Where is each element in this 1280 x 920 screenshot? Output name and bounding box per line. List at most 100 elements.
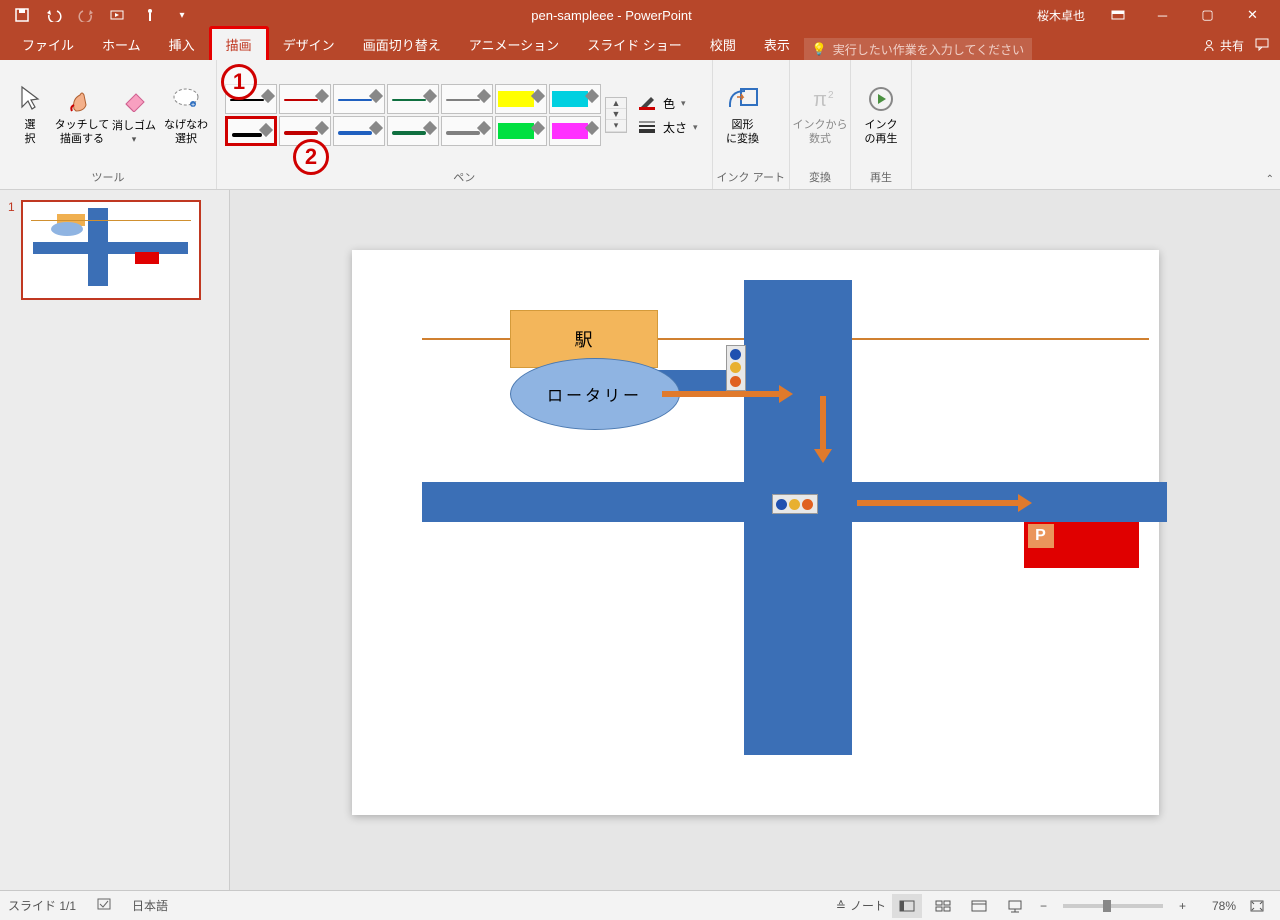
zoom-level[interactable]: 78% xyxy=(1196,899,1236,913)
highlighter-magenta[interactable] xyxy=(549,116,601,146)
slideshow-view[interactable] xyxy=(1000,894,1030,918)
status-bar: スライド 1/1 日本語 ≙ノート − + 78% xyxy=(0,890,1280,920)
tab-home[interactable]: ホーム xyxy=(88,29,155,60)
pen-thin-blue[interactable] xyxy=(333,84,385,114)
ribbon-group-inkart: 図形 に変換 インク アート xyxy=(713,60,790,189)
pen-thick-gray[interactable] xyxy=(441,116,493,146)
workspace: 1 駅 ロータリー xyxy=(0,190,1280,890)
tab-animations[interactable]: アニメーション xyxy=(455,29,573,60)
close-button[interactable]: ✕ xyxy=(1230,0,1275,30)
slide-editor[interactable]: 駅 ロータリー P xyxy=(230,190,1280,890)
arrow-1 xyxy=(662,391,788,397)
pen-thick-green[interactable] xyxy=(387,116,439,146)
ink-to-math[interactable]: π2 インクから 数式 xyxy=(794,70,846,160)
arrow-3 xyxy=(857,500,1027,506)
tab-view[interactable]: 表示 xyxy=(750,29,804,60)
zoom-slider[interactable] xyxy=(1063,904,1163,908)
tab-design[interactable]: デザイン xyxy=(269,29,349,60)
zoom-out[interactable]: − xyxy=(1036,899,1051,913)
select-tool[interactable]: 選 択 xyxy=(4,70,56,160)
group-label-convert: 変換 xyxy=(794,167,846,187)
ribbon-display-options[interactable] xyxy=(1095,0,1140,30)
group-label-tools: ツール xyxy=(4,167,212,187)
pi-icon: π2 xyxy=(804,83,836,115)
pen-thick-red[interactable] xyxy=(279,116,331,146)
customize-qat-button[interactable]: ▾ xyxy=(168,3,196,27)
pen-thin-green[interactable] xyxy=(387,84,439,114)
pen-thick-black[interactable] xyxy=(225,116,277,146)
highlighter-yellow[interactable] xyxy=(495,84,547,114)
arrow-2 xyxy=(820,396,826,458)
save-button[interactable] xyxy=(8,3,36,27)
touch-mode-button[interactable] xyxy=(136,3,164,27)
group-label-inkart: インク アート xyxy=(717,167,785,187)
convert-to-shape[interactable]: 図形 に変換 xyxy=(717,70,769,160)
fit-to-window[interactable] xyxy=(1242,894,1272,918)
title-bar: ▾ pen-sampleee - PowerPoint 桜木卓也 ─ ▢ ✕ xyxy=(0,0,1280,30)
tab-slideshow[interactable]: スライド ショー xyxy=(573,29,696,60)
eraser-tool[interactable]: 消しゴム ▾ xyxy=(108,70,160,160)
lasso-icon: + xyxy=(170,83,202,115)
maximize-button[interactable]: ▢ xyxy=(1185,0,1230,30)
ribbon-group-tools: 選 択 タッチして 描画する 消しゴム ▾ + なげなわ 選択 ツール xyxy=(0,60,217,189)
color-label[interactable]: 色 xyxy=(663,95,675,112)
comments-icon[interactable] xyxy=(1254,37,1270,54)
pen-thin-black[interactable] xyxy=(225,84,277,114)
tab-review[interactable]: 校閲 xyxy=(696,29,750,60)
ink-replay[interactable]: インク の再生 xyxy=(855,70,907,160)
parking-label: P xyxy=(1028,524,1054,548)
pen-color-icon xyxy=(637,94,657,113)
pen-properties: 色 ▾ 太さ ▾ xyxy=(627,82,708,148)
pen-thin-gray[interactable] xyxy=(441,84,493,114)
touch-draw-tool[interactable]: タッチして 描画する xyxy=(56,70,108,160)
tab-draw[interactable]: 描画 xyxy=(209,26,269,60)
tab-insert[interactable]: 挿入 xyxy=(155,29,209,60)
start-from-beginning-button[interactable] xyxy=(104,3,132,27)
normal-view[interactable] xyxy=(892,894,922,918)
pen-thin-red[interactable] xyxy=(279,84,331,114)
share-button[interactable]: 共有 xyxy=(1202,37,1244,54)
undo-button[interactable] xyxy=(40,3,68,27)
minimize-button[interactable]: ─ xyxy=(1140,0,1185,30)
thumb-number: 1 xyxy=(8,200,15,214)
thickness-label[interactable]: 太さ xyxy=(663,119,687,136)
redo-button[interactable] xyxy=(72,3,100,27)
traffic-light-horizontal xyxy=(772,494,818,514)
scroll-down-icon[interactable]: ▼ xyxy=(606,109,626,120)
slide-thumbnail-pane[interactable]: 1 xyxy=(0,190,230,890)
spellcheck-icon[interactable] xyxy=(96,897,112,914)
scroll-up-icon[interactable]: ▲ xyxy=(606,98,626,109)
shape-convert-icon xyxy=(727,83,759,115)
notes-button[interactable]: ≙ノート xyxy=(836,897,886,914)
highlighter-green[interactable] xyxy=(495,116,547,146)
cursor-icon xyxy=(14,83,46,115)
slide-sorter-view[interactable] xyxy=(928,894,958,918)
pen-gallery-scroll[interactable]: ▲ ▼ ▾ xyxy=(605,97,627,133)
ribbon: 選 択 タッチして 描画する 消しゴム ▾ + なげなわ 選択 ツール xyxy=(0,60,1280,190)
lasso-select-tool[interactable]: + なげなわ 選択 xyxy=(160,70,212,160)
zoom-in[interactable]: + xyxy=(1175,899,1190,913)
tell-me-search[interactable]: 💡 実行したい作業を入力してください xyxy=(804,38,1032,60)
group-label-replay: 再生 xyxy=(855,167,907,187)
language-indicator[interactable]: 日本語 xyxy=(132,897,168,914)
slide-indicator[interactable]: スライド 1/1 xyxy=(8,897,76,914)
quick-access-toolbar: ▾ xyxy=(0,3,196,27)
highlighter-cyan[interactable] xyxy=(549,84,601,114)
chevron-down-icon: ▾ xyxy=(132,134,137,145)
expand-gallery-icon[interactable]: ▾ xyxy=(606,120,626,132)
lightbulb-icon: 💡 xyxy=(812,42,827,56)
window-title: pen-sampleee - PowerPoint xyxy=(196,8,1027,23)
thickness-icon xyxy=(637,119,657,136)
svg-text:2: 2 xyxy=(828,90,834,101)
reading-view[interactable] xyxy=(964,894,994,918)
collapse-ribbon[interactable]: ⌃ xyxy=(1266,174,1274,185)
replay-icon xyxy=(865,83,897,115)
pen-thick-blue[interactable] xyxy=(333,116,385,146)
tab-transitions[interactable]: 画面切り替え xyxy=(349,29,455,60)
slide-thumbnail-1[interactable] xyxy=(21,200,201,300)
tab-file[interactable]: ファイル xyxy=(8,29,88,60)
traffic-light-vertical xyxy=(726,345,746,391)
slide-canvas[interactable]: 駅 ロータリー P xyxy=(352,250,1159,815)
tell-me-placeholder: 実行したい作業を入力してください xyxy=(833,41,1024,58)
user-name[interactable]: 桜木卓也 xyxy=(1027,7,1095,24)
